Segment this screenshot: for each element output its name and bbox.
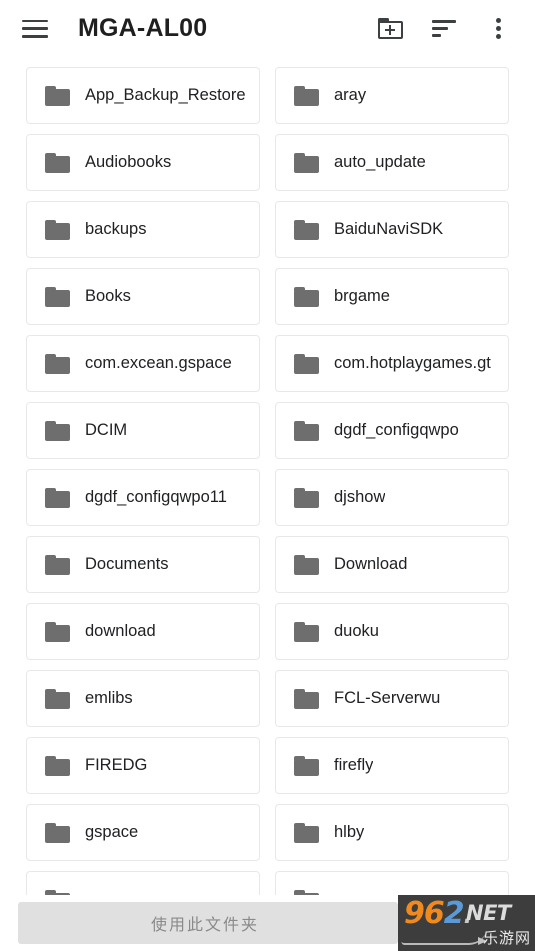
- folder-icon: [45, 286, 70, 307]
- folder-card[interactable]: FCL-Serverwu: [275, 670, 509, 727]
- folder-icon: [294, 554, 319, 575]
- folder-name: djshow: [334, 488, 386, 506]
- folder-name: com.hotplaygames.gt: [334, 354, 491, 372]
- folder-card[interactable]: duoku: [275, 603, 509, 660]
- folder-grid-viewport[interactable]: App_Backup_Restore aray Audiobooks auto_upd…: [0, 57, 535, 895]
- folder-card[interactable]: backups: [26, 201, 260, 258]
- folder-name: com.excean.gspace: [85, 354, 232, 372]
- folder-card[interactable]: firefly: [275, 737, 509, 794]
- page-title: MGA-AL00: [78, 14, 208, 42]
- folder-name: BaiduNaviSDK: [334, 220, 444, 238]
- folder-icon: [45, 487, 70, 508]
- folder-card[interactable]: hlby: [275, 804, 509, 861]
- folder-icon: [45, 755, 70, 776]
- folder-name: DCIM: [85, 421, 128, 439]
- folder-name: dgdf_configqwpo: [334, 421, 459, 439]
- folder-name: firefly: [334, 756, 374, 774]
- folder-card[interactable]: emlibs: [26, 670, 260, 727]
- folder-icon: [45, 152, 70, 173]
- folder-icon: [45, 353, 70, 374]
- folder-card[interactable]: djshow: [275, 469, 509, 526]
- folder-name: aray: [334, 86, 367, 104]
- file-picker-screen: MGA-AL00 App_Backup_Restore aray Audiobo…: [0, 0, 535, 951]
- folder-card[interactable]: dgdf_configqwpo11: [26, 469, 260, 526]
- new-folder-button[interactable]: [369, 8, 411, 50]
- folder-name: auto_update: [334, 153, 426, 171]
- folder-grid: App_Backup_Restore aray Audiobooks auto_upd…: [0, 57, 535, 895]
- folder-icon: [294, 420, 319, 441]
- folder-card[interactable]: [26, 871, 260, 895]
- folder-icon: [294, 755, 319, 776]
- watermark-digit-6: 6: [423, 896, 445, 931]
- folder-name: FCL-Serverwu: [334, 689, 441, 707]
- overflow-menu-button[interactable]: [477, 8, 519, 50]
- folder-card[interactable]: aray: [275, 67, 509, 124]
- folder-card[interactable]: App_Backup_Restore: [26, 67, 260, 124]
- site-watermark: 962. NET 乐游网: [398, 895, 535, 951]
- folder-name: hlby: [334, 823, 365, 841]
- folder-name: gspace: [85, 823, 139, 841]
- folder-icon: [45, 554, 70, 575]
- folder-name: emlibs: [85, 689, 133, 707]
- folder-card[interactable]: gspace: [26, 804, 260, 861]
- folder-card[interactable]: FIREDG: [26, 737, 260, 794]
- folder-name: Documents: [85, 555, 169, 573]
- app-bar: MGA-AL00: [0, 0, 535, 57]
- hamburger-menu-icon: [22, 19, 48, 38]
- app-bar-actions: [369, 8, 519, 50]
- folder-icon: [294, 219, 319, 240]
- folder-name: FIREDG: [85, 756, 148, 774]
- folder-icon: [294, 688, 319, 709]
- folder-name: brgame: [334, 287, 390, 305]
- watermark-digit-2: 2: [443, 896, 465, 931]
- more-vertical-icon: [495, 18, 501, 39]
- sort-button[interactable]: [423, 8, 465, 50]
- folder-card[interactable]: Books: [26, 268, 260, 325]
- folder-name: Books: [85, 287, 131, 305]
- folder-card[interactable]: Audiobooks: [26, 134, 260, 191]
- folder-icon: [45, 219, 70, 240]
- folder-icon: [45, 822, 70, 843]
- folder-card[interactable]: DCIM: [26, 402, 260, 459]
- watermark-cn-text: 乐游网: [482, 929, 531, 947]
- folder-name: Audiobooks: [85, 153, 172, 171]
- folder-icon: [294, 621, 319, 642]
- folder-card[interactable]: Documents: [26, 536, 260, 593]
- folder-icon: [294, 353, 319, 374]
- sort-icon: [432, 20, 456, 37]
- folder-icon: [45, 420, 70, 441]
- folder-icon: [294, 152, 319, 173]
- folder-icon: [294, 822, 319, 843]
- folder-name: download: [85, 622, 156, 640]
- folder-card[interactable]: download: [26, 603, 260, 660]
- folder-icon: [45, 85, 70, 106]
- folder-card[interactable]: BaiduNaviSDK: [275, 201, 509, 258]
- folder-add-icon: [377, 18, 403, 39]
- watermark-number: 962.: [404, 896, 472, 932]
- folder-card[interactable]: brgame: [275, 268, 509, 325]
- folder-card[interactable]: Download: [275, 536, 509, 593]
- bottom-bar: 使用此文件夹 962. NET 乐游网: [0, 895, 535, 951]
- folder-icon: [294, 286, 319, 307]
- hamburger-menu-button[interactable]: [14, 8, 56, 50]
- folder-card[interactable]: [275, 871, 509, 895]
- use-this-folder-button[interactable]: 使用此文件夹: [18, 902, 398, 944]
- folder-card[interactable]: dgdf_configqwpo: [275, 402, 509, 459]
- folder-icon: [294, 85, 319, 106]
- folder-card[interactable]: com.hotplaygames.gt: [275, 335, 509, 392]
- watermark-digit-9: 9: [404, 896, 425, 931]
- folder-icon: [45, 621, 70, 642]
- folder-name: dgdf_configqwpo11: [85, 488, 227, 506]
- watermark-net: NET: [466, 901, 511, 925]
- folder-icon: [45, 688, 70, 709]
- folder-icon: [294, 487, 319, 508]
- watermark-swoosh-icon: [401, 929, 487, 945]
- folder-name: backups: [85, 220, 147, 238]
- folder-name: Download: [334, 555, 408, 573]
- folder-card[interactable]: com.excean.gspace: [26, 335, 260, 392]
- folder-card[interactable]: auto_update: [275, 134, 509, 191]
- folder-name: App_Backup_Restore: [85, 86, 246, 104]
- folder-name: duoku: [334, 622, 379, 640]
